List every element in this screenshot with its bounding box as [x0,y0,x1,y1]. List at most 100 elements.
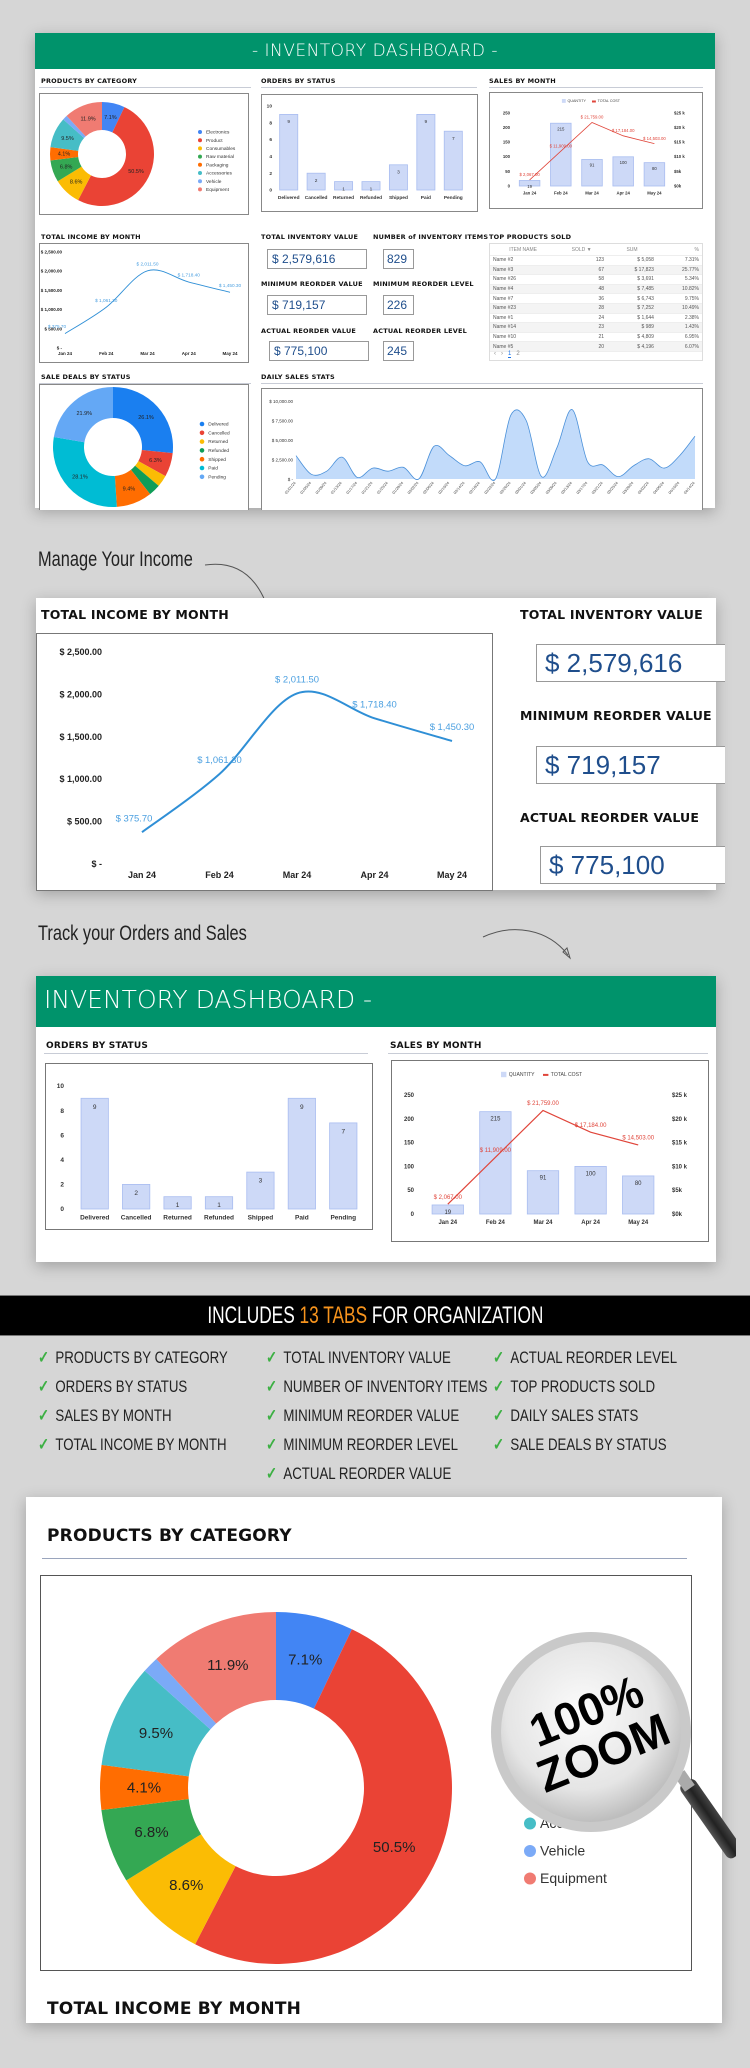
table-row: Name #4 48 $ 7,485 10.82% [490,284,702,295]
slice-label: 11.9% [81,116,96,122]
minimum-reorder-value-zoom: $ 719,157 [536,746,725,784]
total-income-bottom-title: TOTAL INCOME BY MONTH [47,1999,302,2019]
x-tick-label: 01/29/24 [392,481,405,495]
table-cell: Name #4 [490,284,557,295]
column-header[interactable]: % [656,244,702,256]
table-cell: 20 [556,341,608,352]
x-tick-label: 04/02/24 [637,481,650,495]
quantity-label: 91 [590,163,595,168]
feature-item: ✓ TOTAL INCOME BY MONTH [38,1435,227,1455]
x-tick-label: 02/26/24 [499,481,512,495]
banner-prefix: INCLUDES [206,1302,300,1329]
orders-by-status-bars: 0 2 4 6 8 10 9 Delivered 2 Cancelled 1 Returned 1 Ref… [267,104,463,201]
sales-by-month-zoom-title: SALES BY MONTH [390,1041,482,1051]
x-tick-label: 04/10/24 [668,481,681,495]
table-row: Name #5 20 $ 4,196 6.07% [490,341,702,352]
column-header[interactable]: SOLD ▼ [556,244,608,256]
y-right-tick-label: $10 k [674,154,685,159]
y-right-tick-label: $25 k [672,1093,688,1099]
page-2-button[interactable]: 2 [516,351,519,357]
total-inventory-value-label: TOTAL INVENTORY VALUE [261,233,359,241]
table-cell: $ 3,691 [607,274,657,285]
sales-by-month-title: SALES BY MONTH [489,77,556,85]
legend-label: Raw material [206,154,234,160]
table-cell: 48 [556,284,608,295]
column-header[interactable]: SUM [607,244,657,256]
legend-label: Vehicle [206,179,222,185]
legend-marker [198,171,202,175]
banner-suffix: FOR ORGANIZATION [366,1302,544,1329]
bar-value-label: 1 [217,1202,221,1209]
quantity-label: 80 [652,166,657,171]
x-tick-label: Mar 24 [140,351,155,356]
table-row: Name #26 58 $ 3,691 5.34% [490,274,702,285]
x-tick-label: 03/05/24 [530,481,543,495]
x-tick-label: Jan 24 [58,351,73,356]
feature-label: SALE DEALS BY STATUS [510,1435,667,1454]
legend-marker-quantity [561,98,566,103]
orders-by-status-zoom-title: ORDERS BY STATUS [46,1041,149,1051]
income-line [64,269,231,334]
slice-label: 9.5% [61,136,74,142]
data-label: $ 1,061.30 [95,298,118,304]
total-inventory-value-zoom-label: TOTAL INVENTORY VALUE [520,607,703,622]
data-label: $ 1,718.40 [352,699,397,710]
legend-marker [198,154,202,159]
next-page-button[interactable]: › [501,351,503,357]
x-tick-label: Returned [333,195,354,201]
table-cell: 123 [556,255,608,266]
y-tick-label: 2 [60,1182,64,1189]
x-tick-label: Apr 24 [617,190,631,195]
dashboard-title: - INVENTORY DASHBOARD - [251,41,499,61]
column-header[interactable]: ITEM NAME [490,244,557,256]
x-tick-label: 02/18/24 [468,481,481,495]
slice-label: 4.1% [58,152,71,158]
quantity-label: 19 [444,1210,451,1216]
y-tick-label: 4 [60,1157,64,1164]
bar [329,1122,358,1210]
legend-marker [199,439,205,444]
x-tick-label: Mar 24 [585,190,599,195]
legend-marker [199,465,205,471]
legend-label: Electronics [206,130,230,136]
minimum-reorder-value: $ 719,157 [267,295,367,315]
legend-label: Equipment [206,187,230,193]
x-tick-label: 03/21/24 [591,481,604,495]
y-left-tick-label: 150 [503,140,511,145]
x-tick-label: 04/06/24 [653,481,666,495]
x-tick-label: Shipped [248,1215,274,1222]
total-inventory-value-zoom: $ 2,579,616 [536,644,725,682]
donut-slice-paid [53,437,117,507]
page-1-button[interactable]: 1 [508,351,512,358]
total-income-zoom-chart: $ - $ 500.00 $ 1,000.00 $ 1,500.00 $ 2,000.0… [36,633,493,891]
y-tick-label: 8 [60,1108,64,1115]
table-row: Name #10 21 $ 4,809 6.95% [490,332,702,343]
y-left-tick-label: 50 [407,1188,414,1194]
slice-label: 8.6% [169,1877,203,1894]
table-cell: $ 7,485 [607,284,657,295]
x-tick-label: 01/17/24 [346,481,359,495]
table-cell: Name #10 [490,332,557,343]
slice-label: 50.5% [373,1839,416,1856]
x-tick-label: Delivered [278,195,300,201]
x-tick-label: Returned [163,1215,192,1222]
y-tick-label: 10 [267,104,273,110]
total-income-zoom-title: TOTAL INCOME BY MONTH [41,607,229,622]
y-tick-label: 0 [60,1206,64,1213]
slice-label: 6.3% [149,458,162,464]
prev-page-button[interactable]: ‹ [494,351,496,357]
x-tick-label: 03/13/24 [560,481,573,495]
sales-by-month-combo: 0 $0k 50 $5k 100 $10 k 150 $15 k 200 $20 k 250 $25 … [503,98,685,195]
actual-reorder-level-label: ACTUAL REORDER LEVEL [373,327,468,335]
table-cell: 9.75% [656,293,702,304]
table-cell: $ 989 [607,322,657,333]
slice-label: 6.8% [60,164,73,170]
y-right-tick-label: $20 k [672,1117,688,1123]
table-cell: 21 [556,332,608,343]
legend-label-total-cost: TOTAL COST [551,1072,582,1078]
dashboard-header: - INVENTORY DASHBOARD - [35,33,715,69]
x-tick-label: Paid [295,1215,309,1222]
legend-marker [199,456,205,462]
feature-label: TOP PRODUCTS SOLD [510,1377,656,1396]
x-tick-label: 02/10/24 [438,481,451,495]
